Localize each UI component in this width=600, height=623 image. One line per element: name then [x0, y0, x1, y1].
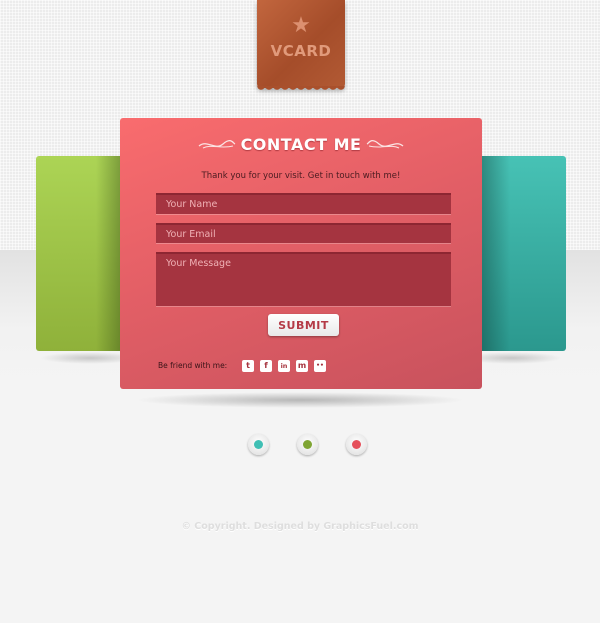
- flourish-left-icon: [198, 140, 235, 149]
- pager-dot-green[interactable]: [297, 434, 318, 455]
- facebook-icon[interactable]: f: [260, 360, 272, 372]
- right-card-teal[interactable]: [470, 156, 566, 351]
- social-links: t f in m ••: [242, 360, 326, 372]
- star-icon: ★: [291, 13, 311, 38]
- myspace-icon[interactable]: m: [296, 360, 308, 372]
- flourish-right-icon: [367, 140, 404, 149]
- flickr-icon[interactable]: ••: [314, 360, 326, 372]
- name-input[interactable]: [156, 193, 451, 214]
- pager-dots: [248, 434, 367, 455]
- dot-red-icon: [352, 440, 361, 449]
- linkedin-icon[interactable]: in: [278, 360, 290, 372]
- email-input[interactable]: [156, 223, 451, 243]
- friend-label: Be friend with me:: [158, 361, 228, 370]
- contact-subtitle: Thank you for your visit. Get in touch w…: [201, 171, 401, 181]
- dot-green-icon: [303, 440, 312, 449]
- contact-title: CONTACT ME: [240, 134, 362, 154]
- pager-dot-red[interactable]: [346, 434, 367, 455]
- twitter-icon[interactable]: t: [242, 360, 254, 372]
- vcard-tag[interactable]: ★ VCARD: [257, 0, 345, 92]
- vcard-tag-label: VCARD: [270, 42, 332, 60]
- dot-teal-icon: [254, 440, 263, 449]
- contact-card: CONTACT ME Thank you for your visit. Get…: [120, 118, 482, 389]
- main-card-shadow: [135, 392, 465, 408]
- contact-title-row: CONTACT ME: [120, 132, 482, 156]
- pager-dot-teal[interactable]: [248, 434, 269, 455]
- footer-copyright: © Copyright. Designed by GraphicsFuel.co…: [181, 521, 419, 532]
- message-textarea[interactable]: [156, 252, 451, 306]
- submit-button[interactable]: SUBMIT: [268, 314, 339, 336]
